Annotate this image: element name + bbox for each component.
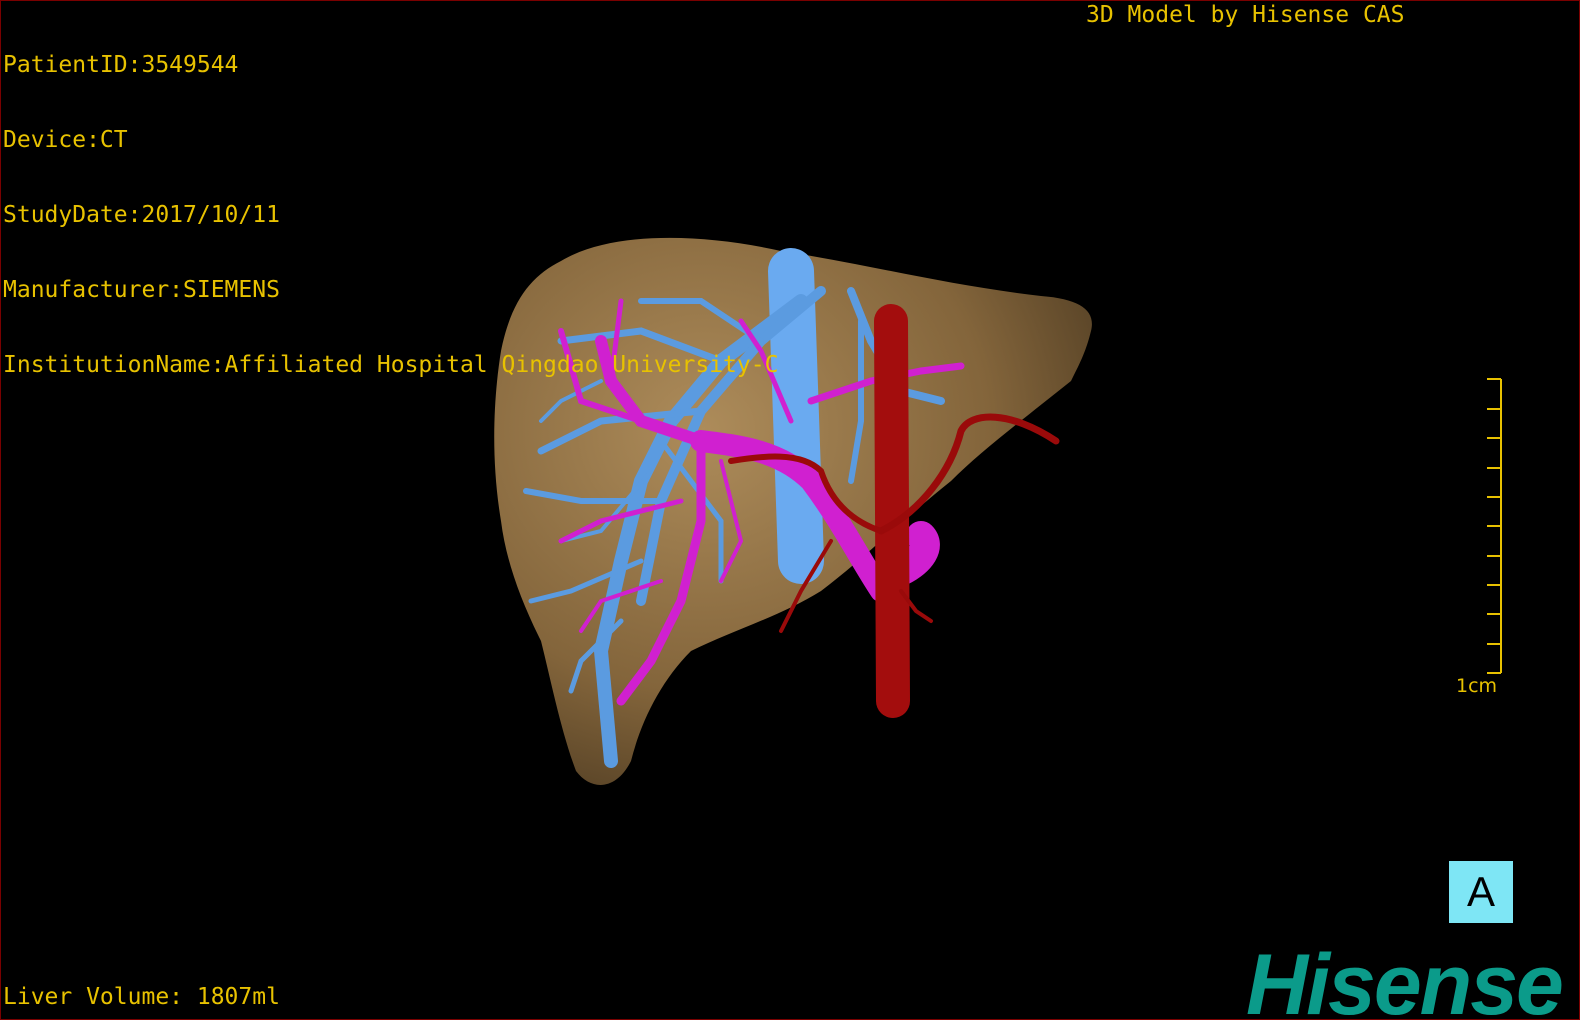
- study-date: StudyDate:2017/10/11: [3, 202, 280, 228]
- patient-id: PatientID:3549544: [3, 52, 239, 78]
- device: Device:CT: [3, 127, 128, 153]
- institution-name: InstitutionName:Affiliated Hospital Qing…: [3, 352, 779, 378]
- orientation-marker[interactable]: A: [1449, 861, 1513, 923]
- dicom-info-overlay: PatientID:3549544 Device:CT StudyDate:20…: [3, 3, 778, 428]
- manufacturer: Manufacturer:SIEMENS: [3, 277, 280, 303]
- model-credit: 3D Model by Hisense CAS: [1086, 2, 1405, 28]
- scale-bar: [1487, 378, 1502, 674]
- scale-bar-label: 1cm: [1456, 675, 1498, 697]
- hisense-logo: Hisense: [1246, 937, 1564, 1020]
- liver-volume: Liver Volume: 1807ml: [3, 984, 280, 1010]
- orientation-label: A: [1466, 868, 1495, 915]
- render-viewport[interactable]: PatientID:3549544 Device:CT StudyDate:20…: [0, 0, 1580, 1020]
